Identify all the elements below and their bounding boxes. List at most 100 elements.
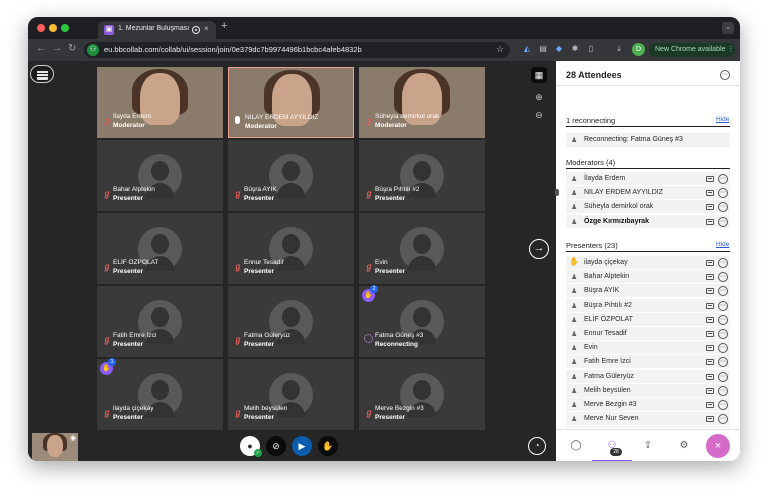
attendee-row[interactable]: ♟ Süheyla demirkol orak ⋯ bbox=[566, 200, 730, 215]
captions-icon[interactable] bbox=[706, 190, 714, 197]
accessibility-icon[interactable]: ◔ bbox=[528, 437, 546, 455]
attendee-row[interactable]: ♟ Büşra AYIK ⋯ bbox=[566, 284, 730, 299]
session-menu-button[interactable] bbox=[30, 65, 54, 83]
zoom-out-icon[interactable]: ⊖ bbox=[531, 107, 547, 123]
attendee-options-icon[interactable]: ⋯ bbox=[718, 343, 728, 354]
profile-avatar[interactable]: D bbox=[632, 43, 645, 56]
bookmark-star-icon[interactable]: ☆ bbox=[496, 44, 504, 55]
attendee-options-icon[interactable]: ⋯ bbox=[718, 202, 728, 213]
site-info-icon[interactable]: ⚇ bbox=[87, 44, 99, 56]
attendee-options-icon[interactable]: ⋯ bbox=[718, 258, 728, 268]
attendee-options-icon[interactable]: ⋯ bbox=[718, 216, 728, 227]
attendee-row[interactable]: ♟ NILAY ERDEM AYYILDIZ ⋯ bbox=[555, 186, 730, 201]
tab-close-icon[interactable]: × bbox=[204, 24, 209, 33]
attendee-options-icon[interactable]: ⋯ bbox=[718, 272, 728, 283]
captions-icon[interactable] bbox=[706, 274, 714, 281]
attendee-row[interactable]: ♟ Özge Kırmızıbayrak ⋯ bbox=[566, 214, 730, 229]
extension-icon[interactable]: ◭ bbox=[522, 44, 532, 54]
raise-hand-button[interactable]: ✋ bbox=[318, 436, 338, 456]
captions-icon[interactable] bbox=[706, 176, 714, 182]
video-tile[interactable]: ℊ ilayda çiçekay Presenter bbox=[97, 359, 223, 430]
attendee-row[interactable]: ♟Meryem Gülşen #2⋯ bbox=[566, 426, 730, 428]
captions-icon[interactable] bbox=[706, 359, 714, 366]
attendee-options-icon[interactable]: ⋯ bbox=[718, 300, 728, 311]
shield-icon[interactable]: ◆ bbox=[554, 44, 564, 54]
tab-mezunlar[interactable]: ▣ 1. Mezunlar Buluşması - C × bbox=[98, 21, 216, 39]
url-text[interactable]: eu.bbcollab.com/collab/ui/session/join/0… bbox=[104, 45, 362, 54]
attendee-row[interactable]: ♟ İlayda Erdem ⋯ bbox=[566, 172, 730, 186]
attendee-row[interactable]: ♟ Merve Bezgin #3 ⋯ bbox=[566, 397, 730, 412]
attendee-row[interactable]: ♟ Ennur Tesadif ⋯ bbox=[566, 326, 730, 341]
video-tile[interactable]: ℊ ELİF ÖZPOLAT Presenter bbox=[97, 213, 223, 284]
attendee-options-icon[interactable]: ⋯ bbox=[718, 399, 728, 410]
close-panel-button[interactable]: × bbox=[706, 434, 730, 458]
video-tile[interactable]: NILAY ERDEM AYYILDIZ Moderator bbox=[228, 67, 354, 138]
video-tile[interactable]: ℊ Süheyla demirkol orak Moderator bbox=[359, 67, 485, 138]
video-tile[interactable]: ℊ Bahar Alptekin Presenter bbox=[97, 140, 223, 211]
attendee-options-icon[interactable]: ⋯ bbox=[718, 174, 728, 184]
close-window-button[interactable] bbox=[37, 24, 45, 32]
new-chrome-available-button[interactable]: New Chrome available ⋮ bbox=[649, 43, 735, 57]
captions-icon[interactable] bbox=[706, 204, 714, 211]
captions-icon[interactable] bbox=[706, 288, 714, 295]
attendee-row[interactable]: ♟ Melih beysülen ⋯ bbox=[566, 383, 730, 398]
captions-icon[interactable] bbox=[706, 260, 714, 266]
reader-icon[interactable]: ▤ bbox=[538, 44, 548, 54]
set-status-button[interactable]: ● ✓ bbox=[240, 436, 262, 457]
video-tile[interactable]: ℊ Fatih Emre İzci Presenter bbox=[97, 286, 223, 357]
forward-button[interactable]: → bbox=[52, 43, 62, 54]
new-tab-button[interactable]: + bbox=[221, 20, 227, 32]
hide-reconnecting-link[interactable]: Hide bbox=[716, 116, 729, 123]
more-options-icon[interactable]: ⋯ bbox=[720, 70, 730, 80]
self-video-preview[interactable]: ◉ bbox=[32, 433, 78, 461]
attendee-row[interactable]: ♟ ELİF ÖZPOLAT ⋯ bbox=[566, 312, 730, 327]
reload-button[interactable]: ↻ bbox=[68, 43, 76, 54]
captions-icon[interactable] bbox=[706, 218, 714, 225]
captions-icon[interactable] bbox=[706, 373, 714, 380]
attendee-row[interactable]: ♟ Büşra Pıhtılı #2 ⋯ bbox=[566, 298, 730, 313]
tab-search-icon[interactable]: ⌄ bbox=[722, 22, 734, 34]
chat-icon[interactable]: ◯ bbox=[566, 436, 586, 456]
video-tile[interactable]: ℊ Ennur Tesadif Presenter bbox=[228, 213, 354, 284]
captions-icon[interactable] bbox=[706, 316, 714, 323]
video-tile[interactable]: ℊ İlayda Erdem Moderator bbox=[97, 67, 223, 138]
minimize-window-button[interactable] bbox=[49, 24, 57, 32]
address-bar[interactable]: ⚇ eu.bbcollab.com/collab/ui/session/join… bbox=[84, 42, 510, 58]
mute-microphone-button[interactable]: ⊘ bbox=[266, 436, 286, 456]
attendee-options-icon[interactable]: ⋯ bbox=[718, 314, 728, 325]
eye-icon[interactable]: ◉ bbox=[70, 434, 76, 442]
captions-icon[interactable] bbox=[706, 401, 714, 408]
maximize-window-button[interactable] bbox=[61, 24, 69, 32]
reconnecting-row[interactable]: ♟ Reconnecting: Fatma Güneş #3 bbox=[566, 133, 730, 147]
share-content-icon[interactable]: ⇪ bbox=[638, 436, 658, 456]
hide-presenters-link[interactable]: Hide bbox=[716, 241, 729, 248]
extension-puzzle-icon[interactable]: ✱ bbox=[570, 44, 580, 54]
settings-gear-icon[interactable]: ⚙ bbox=[674, 436, 694, 456]
captions-icon[interactable] bbox=[706, 330, 714, 337]
captions-icon[interactable] bbox=[706, 416, 714, 423]
attendee-row[interactable]: ♟ Merve Nur Seven ⋯ bbox=[566, 412, 730, 427]
video-tile[interactable]: Fatma Güneş #3 Reconnecting bbox=[359, 286, 485, 357]
download-icon[interactable]: ⤓ bbox=[614, 44, 624, 54]
video-tile[interactable]: ℊ Büşra Pıhtılı #2 Presenter bbox=[359, 140, 485, 211]
video-tile[interactable]: ℊ Evin Presenter bbox=[359, 213, 485, 284]
video-tile[interactable]: ℊ Fatma Güleryüz Presenter bbox=[228, 286, 354, 357]
attendee-options-icon[interactable]: ⋯ bbox=[718, 385, 728, 396]
attendee-row[interactable]: ♟ Fatih Emre İzci ⋯ bbox=[566, 355, 730, 370]
attendee-row[interactable]: ✋ ilayda çiçekay ⋯ bbox=[566, 256, 730, 270]
attendee-options-icon[interactable]: ⋯ bbox=[718, 188, 728, 199]
captions-icon[interactable] bbox=[706, 302, 714, 309]
sidepanel-icon[interactable]: ▯ bbox=[586, 44, 596, 54]
back-button[interactable]: ← bbox=[36, 43, 46, 54]
captions-icon[interactable] bbox=[706, 387, 714, 394]
camera-button[interactable]: ▶ bbox=[292, 436, 312, 456]
attendee-options-icon[interactable]: ⋯ bbox=[718, 371, 728, 382]
grid-view-icon[interactable]: ▦ bbox=[531, 67, 547, 83]
attendee-row[interactable]: ♟ Bahar Alptekin ⋯ bbox=[566, 270, 730, 285]
attendee-options-icon[interactable]: ⋯ bbox=[718, 328, 728, 339]
captions-icon[interactable] bbox=[706, 345, 714, 352]
video-tile[interactable]: ℊ Merve Bezgin #3 Presenter bbox=[359, 359, 485, 430]
attendee-options-icon[interactable]: ⋯ bbox=[718, 357, 728, 368]
zoom-in-icon[interactable]: ⊕ bbox=[531, 89, 547, 105]
attendee-row[interactable]: ♟ Fatma Güleryüz ⋯ bbox=[566, 369, 730, 384]
